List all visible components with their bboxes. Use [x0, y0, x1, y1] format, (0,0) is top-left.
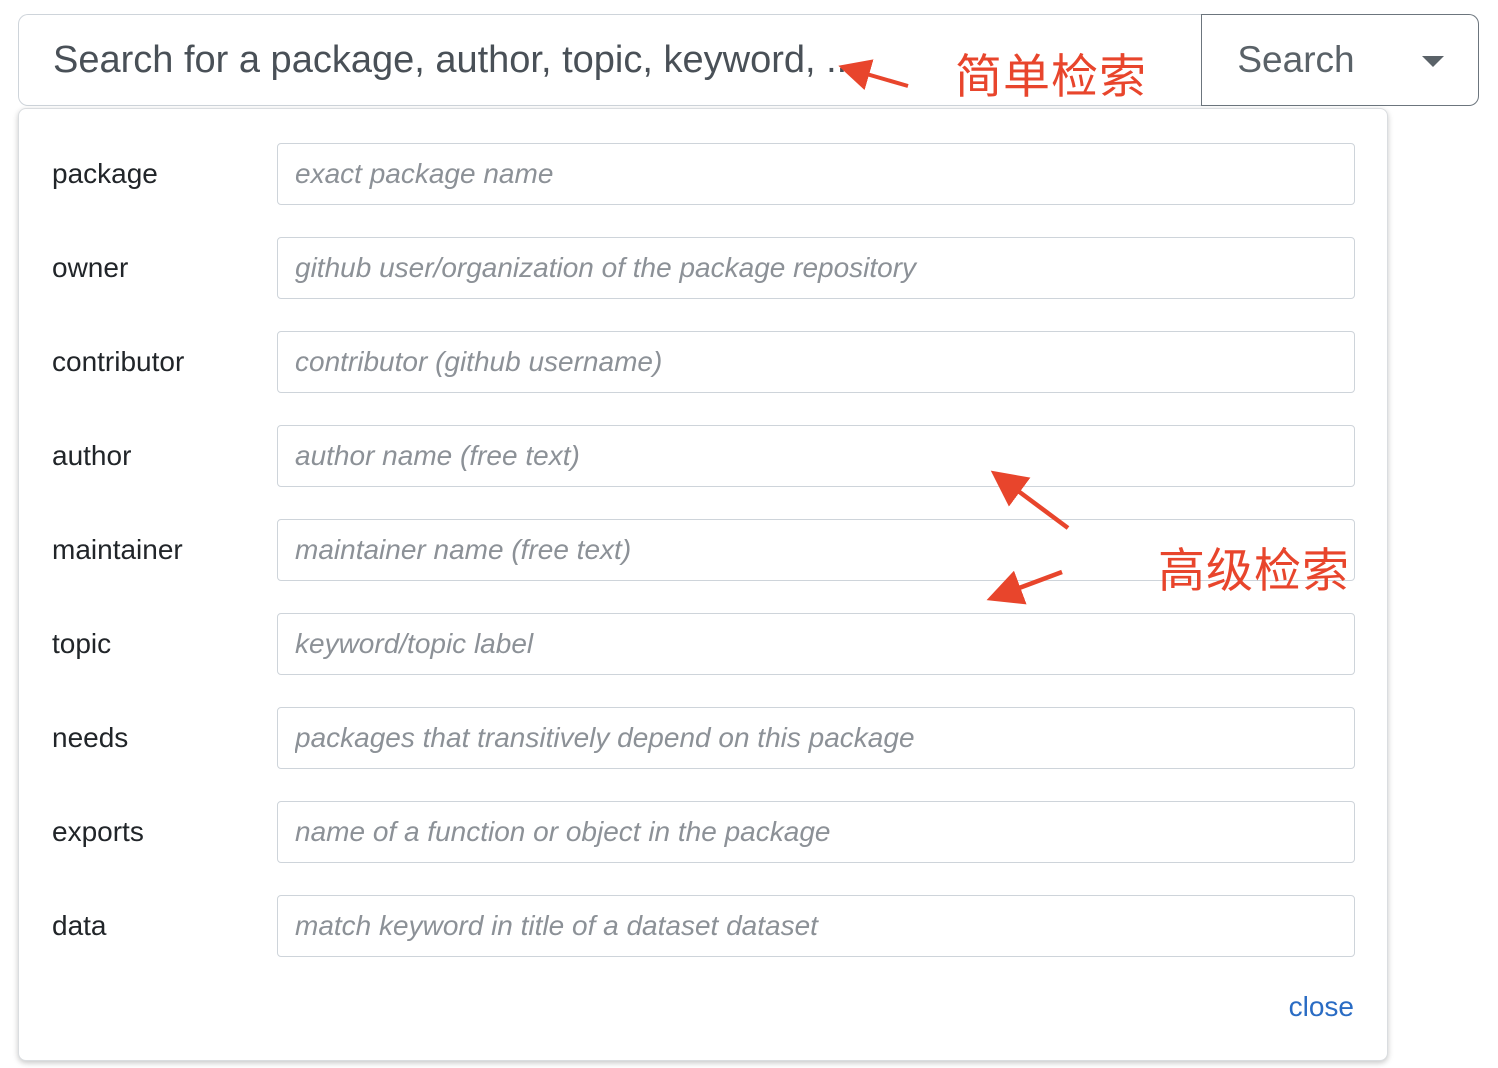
field-label-package: package — [52, 158, 158, 189]
field-row-owner: owner — [19, 237, 1389, 299]
field-label-needs: needs — [52, 722, 129, 753]
annotation-advanced-search: 高级检索 — [1158, 544, 1350, 599]
field-label-data: data — [52, 910, 107, 941]
field-row-exports: exports — [19, 801, 1389, 863]
owner-input[interactable] — [277, 237, 1355, 299]
annotation-simple-search: 简单检索 — [955, 50, 1147, 105]
needs-input[interactable] — [277, 707, 1355, 769]
field-label-author: author — [52, 440, 132, 471]
topic-input[interactable] — [277, 613, 1355, 675]
exports-input[interactable] — [277, 801, 1355, 863]
search-button[interactable]: Search — [1201, 14, 1391, 106]
caret-down-icon — [1422, 56, 1444, 67]
field-row-author: author — [19, 425, 1389, 487]
close-link[interactable]: close — [1289, 991, 1354, 1023]
field-row-contributor: contributor — [19, 331, 1389, 393]
field-label-owner: owner — [52, 252, 129, 283]
contributor-input[interactable] — [277, 331, 1355, 393]
field-row-topic: topic — [19, 613, 1389, 675]
field-row-data: data — [19, 895, 1389, 957]
search-bar: Search — [18, 14, 1479, 106]
field-label-contributor: contributor — [52, 346, 185, 377]
field-row-needs: needs — [19, 707, 1389, 769]
field-label-maintainer: maintainer — [52, 534, 183, 565]
advanced-search-toggle-button[interactable] — [1389, 14, 1479, 106]
field-label-exports: exports — [52, 816, 144, 847]
data-input[interactable] — [277, 895, 1355, 957]
package-input[interactable] — [277, 143, 1355, 205]
author-input[interactable] — [277, 425, 1355, 487]
field-label-topic: topic — [52, 628, 112, 659]
field-row-package: package — [19, 143, 1389, 205]
